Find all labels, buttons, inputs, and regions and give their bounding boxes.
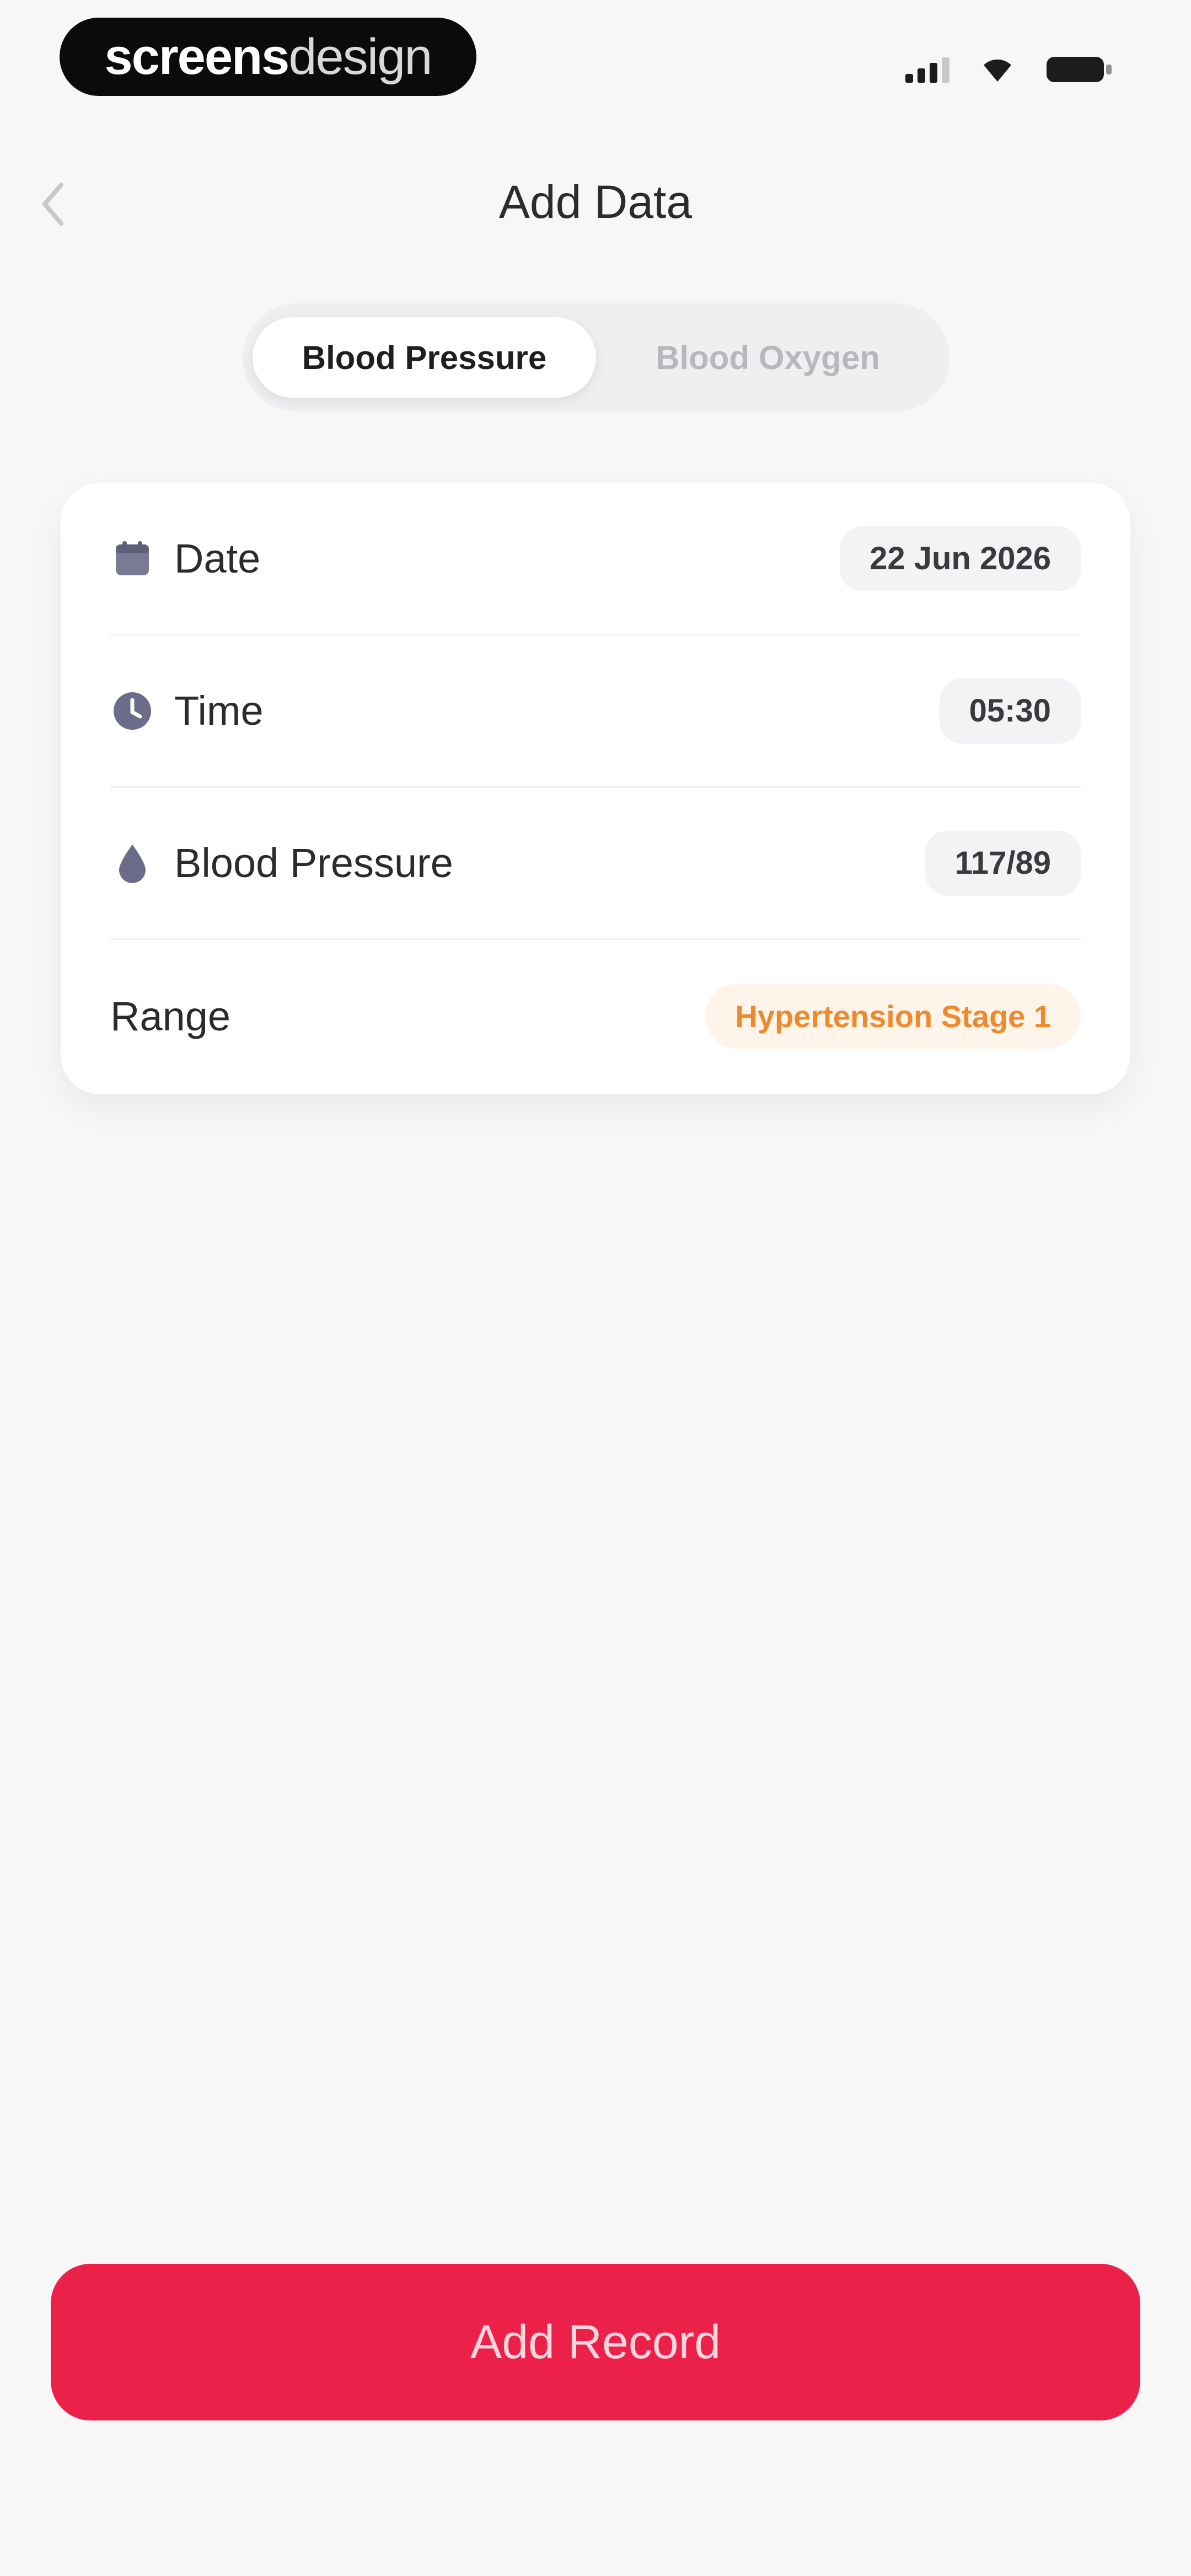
blood-drop-icon [110, 841, 154, 885]
calendar-icon [110, 537, 154, 581]
tab-blood-pressure[interactable]: Blood Pressure [253, 317, 596, 398]
range-row: Range Hypertension Stage 1 [110, 940, 1081, 1092]
time-label: Time [174, 688, 264, 734]
brand-text-light: design [288, 28, 432, 85]
brand-text-bold: screens [104, 28, 290, 85]
blood-pressure-row[interactable]: Blood Pressure 117/89 [110, 788, 1081, 940]
time-value[interactable]: 05:30 [939, 678, 1081, 744]
metric-tabs: Blood Pressure Blood Oxygen [243, 303, 949, 411]
date-label: Date [174, 536, 261, 581]
range-status-badge: Hypertension Stage 1 [705, 984, 1081, 1049]
date-row[interactable]: Date 22 Jun 2026 [110, 483, 1081, 635]
clock-icon [110, 689, 154, 733]
blood-pressure-label: Blood Pressure [174, 840, 453, 886]
page-title: Add Data [498, 176, 693, 228]
range-label: Range [110, 993, 231, 1039]
status-icons [905, 52, 1114, 87]
time-row[interactable]: Time 05:30 [110, 635, 1081, 788]
record-form-card: Date 22 Jun 2026 Time 05:30 Blood Pressu… [61, 483, 1130, 1094]
date-row-label-group: Date [110, 535, 260, 582]
time-row-label-group: Time [110, 687, 264, 734]
signal-icon [905, 56, 949, 83]
blood-pressure-value[interactable]: 117/89 [925, 830, 1081, 896]
battery-icon [1047, 57, 1112, 82]
blood-pressure-row-label-group: Blood Pressure [110, 840, 453, 886]
add-record-button[interactable]: Add Record [51, 2264, 1140, 2420]
date-value[interactable]: 22 Jun 2026 [840, 526, 1081, 591]
brand-logo: screens design [60, 18, 476, 96]
add-data-screen: screens design Add Data Blood Pressure Bl… [0, 0, 1191, 2576]
wifi-icon [984, 59, 1011, 82]
tab-blood-oxygen[interactable]: Blood Oxygen [596, 317, 940, 398]
